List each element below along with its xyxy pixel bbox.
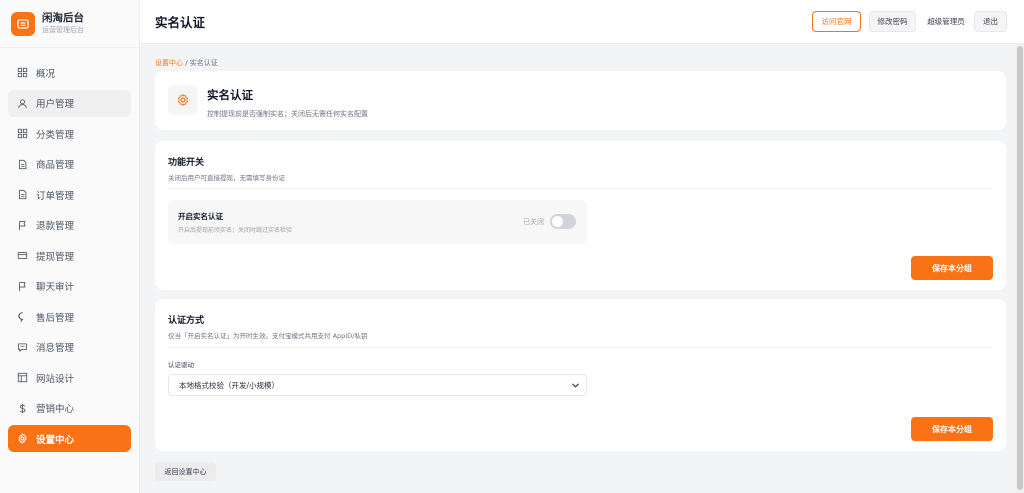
toggle-title: 开启实名认证: [178, 212, 223, 221]
logout-button[interactable]: 退出: [974, 11, 1007, 32]
sidebar-item-11[interactable]: 网站设计: [8, 364, 131, 391]
card-icon: [17, 250, 28, 261]
switch-knob: [552, 216, 563, 227]
brand-title: 闲淘后台: [42, 12, 84, 24]
document-icon: [17, 159, 28, 170]
chevron-down-icon: [572, 383, 579, 388]
sidebar-item-label: 订单管理: [36, 190, 75, 202]
section-description: 关闭后用户可直接提现，无需填写身份证: [168, 174, 285, 182]
sidebar: 闲淘后台 运营管理后台 概况用户管理分类管理商品管理订单管理退款管理提现管理聊天…: [0, 0, 140, 493]
message-icon: [17, 342, 28, 353]
sidebar-item-9[interactable]: 售后管理: [8, 303, 131, 330]
sidebar-item-label: 设置中心: [36, 434, 75, 446]
change-password-button[interactable]: 修改密码: [869, 11, 916, 32]
realname-toggle-switch[interactable]: [550, 214, 576, 229]
divider: [168, 188, 993, 189]
sidebar-item-8[interactable]: 聊天审计: [8, 273, 131, 300]
chat-icon: [17, 311, 28, 323]
page-title: 实名认证: [155, 15, 206, 30]
sidebar-item-label: 营销中心: [36, 404, 75, 415]
save-function-button[interactable]: 保存本分组: [911, 256, 993, 280]
sidebar-item-5[interactable]: 订单管理: [8, 181, 131, 208]
section-title: 功能开关: [168, 158, 205, 168]
sidebar-item-4[interactable]: 商品管理: [8, 151, 131, 178]
layout-icon: [17, 372, 28, 383]
select-value: 本地格式校验（开发/小规模）: [179, 380, 280, 390]
flag-icon: [17, 220, 28, 231]
sidebar-item-label: 退款管理: [36, 221, 75, 232]
sidebar-item-label: 用户管理: [36, 99, 75, 110]
sidebar-item-1[interactable]: 概况: [8, 59, 131, 86]
back-to-settings-button[interactable]: 返回设置中心: [155, 462, 216, 481]
sidebar-item-label: 分类管理: [36, 129, 75, 141]
sidebar-item-2[interactable]: 用户管理: [8, 89, 131, 117]
sidebar-item-label: 商品管理: [36, 160, 75, 171]
visit-site-button[interactable]: 访问官网: [812, 11, 861, 32]
sidebar-item-7[interactable]: 提现管理: [8, 242, 131, 269]
gear-icon: [17, 433, 28, 444]
brand: 闲淘后台 运营管理后台: [0, 0, 139, 48]
breadcrumb: 设置中心 / 实名认证: [155, 58, 218, 68]
sidebar-item-label: 售后管理: [36, 312, 75, 324]
sidebar-item-label: 聊天审计: [36, 282, 75, 293]
store-icon: [11, 11, 35, 36]
brand-subtitle: 运营管理后台: [42, 26, 84, 34]
sidebar-item-label: 消息管理: [36, 343, 75, 354]
document-icon: [17, 189, 28, 200]
sidebar-item-label: 提现管理: [36, 251, 75, 263]
hero-title: 实名认证: [207, 88, 253, 102]
function-switch-card: 功能开关 关闭后用户可直接提现，无需填写身份证 开启实名认证 开启后提现前须实名…: [155, 141, 1006, 290]
sidebar-item-3[interactable]: 分类管理: [8, 120, 131, 147]
auth-method-card: 认证方式 仅当「开启实名认证」为开时生效。支付宝模式共用支付 AppID/私钥 …: [155, 299, 1006, 451]
scrollbar-thumb[interactable]: [1017, 46, 1023, 490]
sidebar-item-label: 网站设计: [36, 373, 75, 385]
grid-icon: [17, 128, 28, 139]
top-bar: 实名认证 访问官网 修改密码 超级管理员 退出: [140, 0, 1024, 44]
sidebar-item-10[interactable]: 消息管理: [8, 334, 131, 361]
sidebar-item-12[interactable]: 营销中心: [8, 395, 131, 422]
toggle-state-label: 已关闭: [523, 218, 544, 226]
grid-icon: [17, 67, 28, 78]
sidebar-item-label: 概况: [36, 68, 56, 80]
user-icon: [17, 98, 28, 109]
breadcrumb-current: 实名认证: [189, 59, 218, 67]
dollar-icon: [17, 403, 28, 414]
sidebar-item-13[interactable]: 设置中心: [8, 425, 131, 452]
section-description: 仅当「开启实名认证」为开时生效。支付宝模式共用支付 AppID/私钥: [168, 332, 368, 340]
section-title: 认证方式: [168, 316, 205, 326]
flag-icon: [17, 281, 28, 292]
sidebar-item-6[interactable]: 退款管理: [8, 212, 131, 239]
breadcrumb-separator: /: [183, 59, 190, 67]
user-role-label: 超级管理员: [927, 17, 965, 26]
realname-toggle-row: 开启实名认证 开启后提现前须实名；关闭时跳过实名检验 已关闭: [168, 200, 587, 244]
hero-card: 实名认证 控制提现前是否强制实名；关闭后无需任何实名配置: [155, 71, 1006, 130]
auth-driver-select[interactable]: 本地格式校验（开发/小规模）: [168, 374, 587, 396]
gear-icon: [168, 85, 198, 115]
hero-description: 控制提现前是否强制实名；关闭后无需任何实名配置: [207, 110, 368, 118]
divider: [168, 347, 993, 348]
save-auth-button[interactable]: 保存本分组: [911, 417, 993, 441]
driver-field-label: 认证驱动: [168, 361, 194, 369]
breadcrumb-parent-link[interactable]: 设置中心: [155, 59, 183, 67]
sidebar-nav: 概况用户管理分类管理商品管理订单管理退款管理提现管理聊天审计售后管理消息管理网站…: [0, 48, 139, 452]
toggle-description: 开启后提现前须实名；关闭时跳过实名检验: [178, 227, 293, 234]
